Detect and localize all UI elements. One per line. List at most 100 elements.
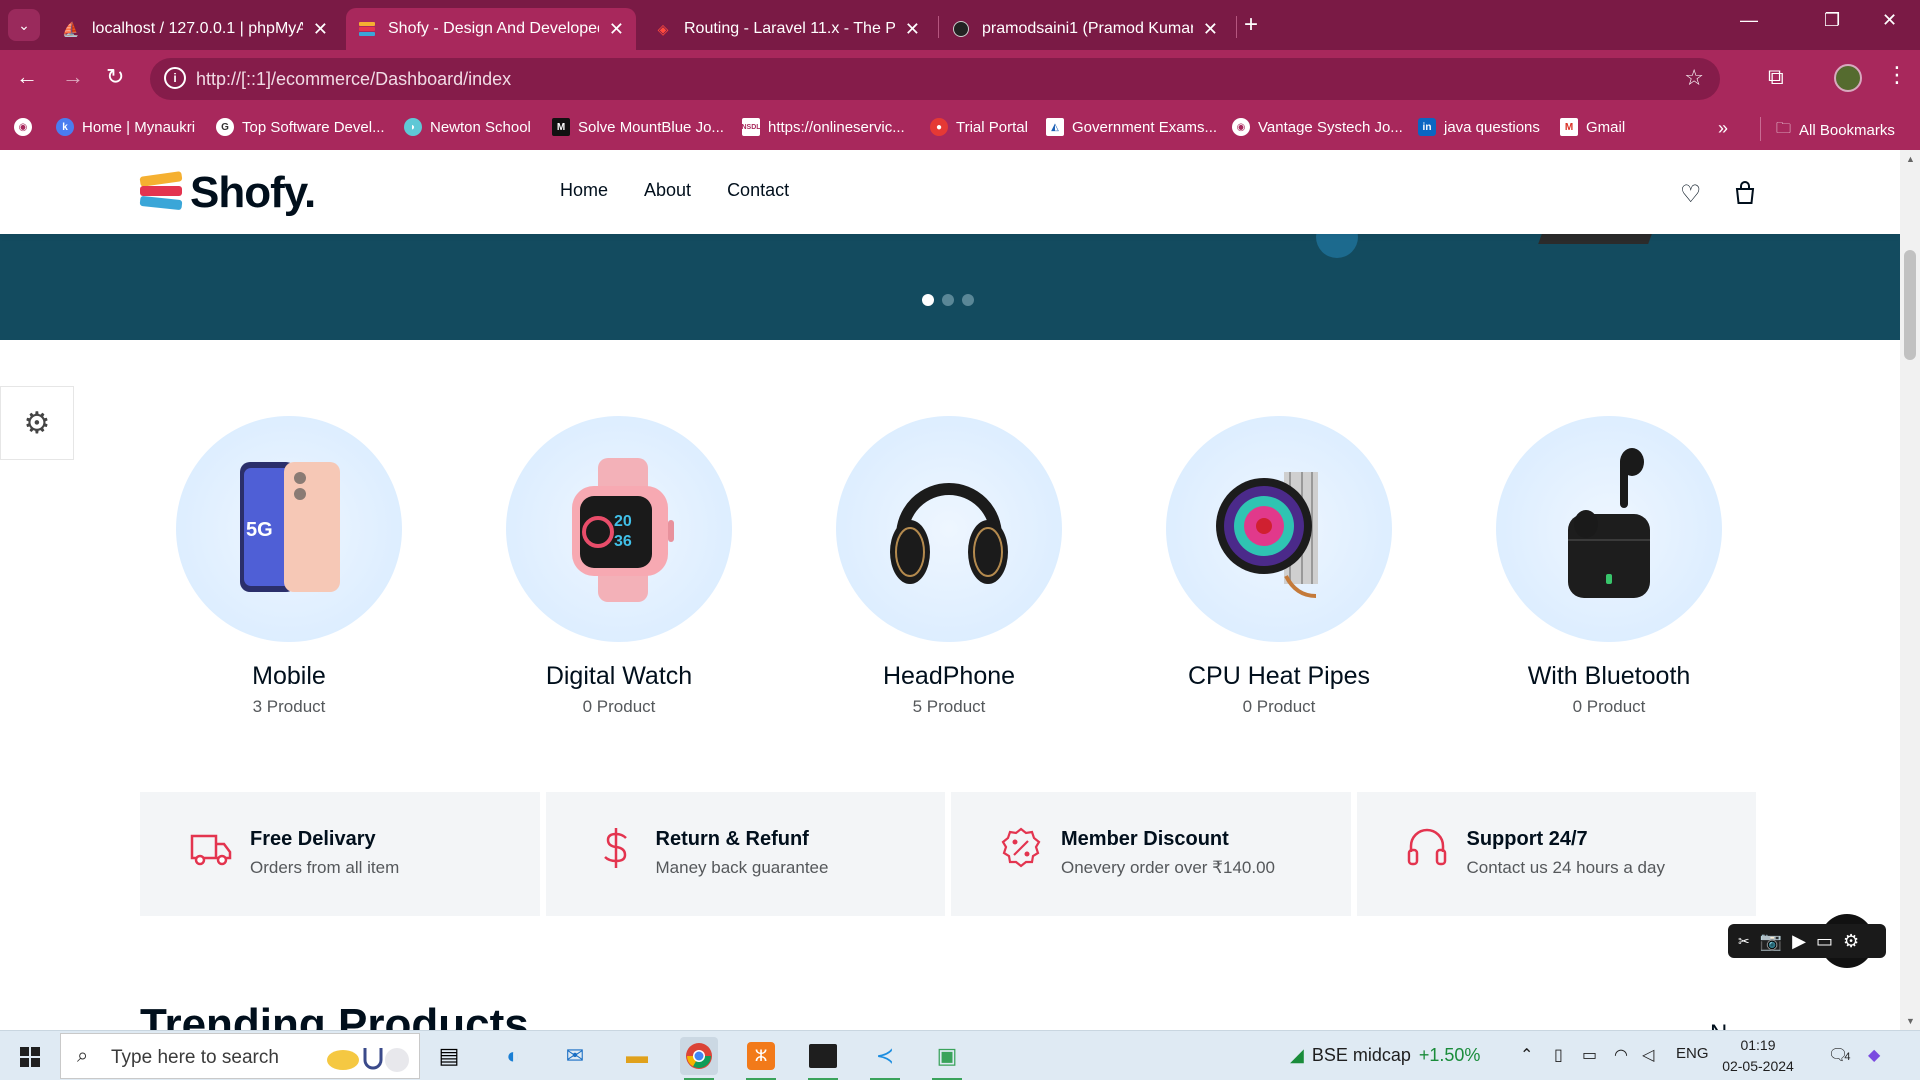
all-bookmarks-button[interactable]: 🗀 All Bookmarks [1776,118,1895,143]
camera-icon[interactable]: 📷 [1760,931,1782,952]
extensions-icon[interactable]: ⧉ [1768,64,1784,90]
tab-search-button[interactable]: ⌄ [8,9,40,41]
xampp-icon[interactable]: ⵣ [742,1037,780,1080]
device-icon[interactable]: ▯ [1554,1045,1563,1065]
new-tab-button[interactable]: + [1244,11,1258,39]
svg-text:20: 20 [614,513,632,530]
scroll-down-icon[interactable]: ▼ [1906,1016,1915,1026]
browser-tab-strip: ⌄ ⛵ localhost / 127.0.0.1 | phpMyAdmin ✕… [0,0,1920,50]
restore-button[interactable]: ❐ [1824,10,1840,31]
taskbar-search[interactable]: ⌕ Type here to search [60,1033,420,1079]
tab-shofy[interactable]: Shofy - Design And Developed ✕ [346,8,636,50]
bookmark-item[interactable]: ● Trial Portal [930,118,1028,136]
back-button[interactable]: ← [16,64,38,90]
arrow-right-icon: → [62,64,84,89]
wifi-icon[interactable]: ◠ [1614,1045,1628,1065]
category-card-cpu-heat-pipes[interactable]: CPU Heat Pipes 0 Product [1139,416,1419,717]
volume-icon[interactable]: ◁ [1642,1045,1654,1065]
scroll-up-icon[interactable]: ▲ [1906,154,1915,164]
window-icon[interactable]: ▭ [1816,931,1833,952]
bookmark-star-icon[interactable]: ☆ [1684,65,1704,91]
bookmark-item[interactable]: M Gmail [1560,118,1625,136]
chevron-up-icon[interactable]: ⌃ [1520,1045,1533,1065]
windows-start-icon[interactable] [20,1047,40,1067]
window-close-button[interactable]: ✕ [1882,10,1897,31]
category-card-mobile[interactable]: 5G Mobile 3 Product [149,416,429,717]
file-explorer-icon[interactable]: ▬ [618,1037,656,1075]
hero-decoration [1538,234,1652,244]
linkedin-icon: in [1418,118,1436,136]
nav-contact[interactable]: Contact [727,180,789,201]
slider-dot[interactable] [962,294,974,306]
cart-bag-icon[interactable] [1732,180,1758,213]
mail-icon[interactable]: ✉ [556,1037,594,1075]
category-card-headphone[interactable]: HeadPhone 5 Product [809,416,1089,717]
close-icon[interactable]: ✕ [609,19,624,40]
category-card-with-bluetooth[interactable]: With Bluetooth 0 Product [1469,416,1749,717]
minimize-button[interactable]: — [1740,10,1758,31]
phpmyadmin-icon: ⛵ [62,20,80,37]
notifications-icon[interactable]: 🗨4 [1828,1045,1850,1065]
page-scrollbar[interactable]: ▲ ▼ [1900,150,1920,1030]
address-bar[interactable]: i http://[::1]/ecommerce/Dashboard/index… [150,58,1720,100]
nav-home[interactable]: Home [560,180,608,201]
close-icon[interactable]: ✕ [905,19,920,40]
feature-strip: Free Delivary Orders from all item Retur… [140,792,1762,916]
section-tab-partial[interactable]: N [1710,1020,1727,1030]
tab-phpmyadmin[interactable]: ⛵ localhost / 127.0.0.1 | phpMyAdmin ✕ [50,8,340,50]
category-image: 20 36 [506,416,732,642]
close-icon[interactable]: ✕ [313,19,328,40]
image-viewer-icon[interactable]: ▣ [928,1037,966,1080]
edge-icon[interactable]: ◐ [494,1037,532,1075]
tab-github[interactable]: pramodsaini1 (Pramod Kumar Saini) ✕ [940,8,1230,50]
site-info-icon[interactable]: i [164,67,186,89]
slider-dot-active[interactable] [922,294,934,306]
nav-about[interactable]: About [644,180,691,201]
task-view-icon[interactable]: ▤ [430,1037,468,1075]
bookmark-item[interactable]: ◉ Vantage Systech Jo... [1232,118,1403,136]
bookmark-globe[interactable]: ◉ [14,118,40,136]
forward-button[interactable]: → [62,64,84,90]
profile-avatar[interactable] [1834,64,1862,92]
wishlist-heart-icon[interactable]: ♡ [1680,180,1702,209]
bookmark-item[interactable]: ◗ Newton School [404,118,531,136]
trial-portal-icon: ● [930,118,948,136]
url-text[interactable]: http://[::1]/ecommerce/Dashboard/index [196,69,511,90]
category-card-digital-watch[interactable]: 20 36 Digital Watch 0 Product [479,416,759,717]
category-image: 5G [176,416,402,642]
copilot-icon[interactable]: ◆ [1868,1045,1880,1065]
more-bookmarks-button[interactable]: » [1718,118,1728,139]
stock-widget[interactable]: ◢ BSE midcap +1.50% [1290,1045,1480,1066]
feature-member-discount: Member Discount Onevery order over ₹140.… [951,792,1351,916]
scroll-thumb[interactable] [1904,250,1916,360]
bookmarks-separator [1760,117,1761,141]
bookmark-item[interactable]: k Home | Mynaukri [56,118,195,136]
terminal-icon[interactable] [804,1037,842,1080]
snip-icon[interactable]: ✂ [1738,933,1750,950]
slider-dot[interactable] [942,294,954,306]
tab-laravel[interactable]: ◈ Routing - Laravel 11.x - The PHP Frame… [642,8,932,50]
battery-icon[interactable]: ▭ [1582,1045,1597,1065]
system-clock[interactable]: 01:19 02-05-2024 [1720,1035,1796,1077]
close-icon[interactable]: ✕ [1203,19,1218,40]
bookmark-item[interactable]: in java questions [1418,118,1540,136]
bookmark-item[interactable]: NSDL https://onlineservic... [741,118,905,136]
search-icon: ⌕ [77,1045,89,1067]
bookmark-item[interactable]: ◭ Government Exams... [1046,118,1217,136]
language-indicator[interactable]: ENG [1676,1045,1709,1062]
exams-icon: ◭ [1046,118,1064,136]
video-camera-icon[interactable]: ▶ [1792,931,1806,952]
bookmark-item[interactable]: M Solve MountBlue Jo... [552,118,724,136]
bookmark-item[interactable]: G Top Software Devel... [216,118,385,136]
browser-menu-icon[interactable]: ⋮ [1886,62,1908,88]
cpu-cooler-icon [1216,472,1318,598]
chevron-down-icon: ⌄ [18,16,30,33]
vscode-icon[interactable]: ≺ [866,1037,904,1080]
site-logo[interactable]: Shofy. [139,168,316,218]
gear-icon[interactable]: ⚙ [1843,931,1859,952]
reload-button[interactable]: ↻ [106,64,124,90]
dollar-icon [603,828,627,868]
feature-return-refund: Return & Refunf Maney back guarantee [545,792,945,916]
chrome-icon[interactable] [680,1037,718,1080]
globe-icon: ◉ [14,118,32,136]
